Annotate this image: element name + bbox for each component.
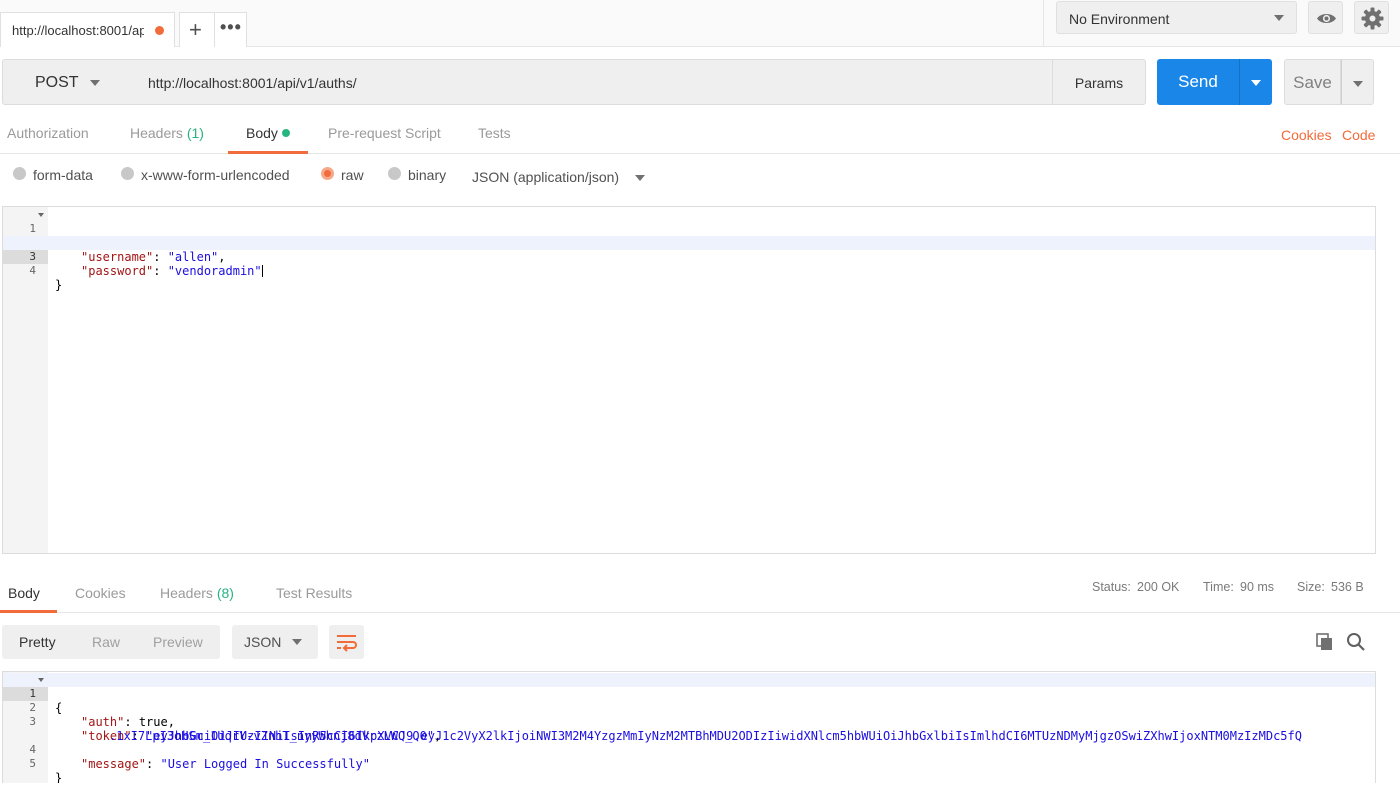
body-indicator-dot-icon (281, 129, 290, 137)
eye-icon (1317, 14, 1336, 23)
code-line: 4 "message": "User Logged In Successfull… (29, 743, 370, 771)
radio-form-data-label: form-data (33, 167, 93, 183)
send-options-button[interactable] (1239, 59, 1272, 105)
url-input[interactable]: http://localhost:8001/api/v1/auths/ (135, 59, 1053, 105)
tab-headers[interactable]: Headers (1) (130, 125, 204, 141)
time-label: Time: (1203, 580, 1234, 594)
response-format-label: JSON (244, 634, 282, 650)
method-select[interactable]: POST (2, 59, 136, 105)
code-line-wrapped: .1xI7LpI3oHSm_1UqrY-vZnhT_nyyWhnj8dVrzLW… (109, 729, 442, 743)
top-bar: http://localhost:8001/api/v1/auths/ + ••… (0, 0, 1400, 47)
code-line-active: 3 "password": "vendoradmin" (3, 236, 1375, 278)
environment-quick-look-button[interactable] (1308, 1, 1343, 34)
save-button[interactable]: Save (1284, 59, 1341, 105)
fold-arrow-icon[interactable] (38, 213, 44, 217)
environment-select-label: No Environment (1069, 11, 1170, 27)
active-tab-indicator (0, 610, 57, 613)
response-body-viewer[interactable]: 1 { 2 "auth": true, 3 "token": "eyJhbGci… (2, 671, 1376, 783)
view-mode-group: Pretty Raw Preview (2, 625, 220, 659)
tab-headers-label: Headers (130, 125, 183, 141)
chevron-down-icon (1353, 81, 1363, 87)
tab-tests[interactable]: Tests (478, 125, 511, 141)
radio-binary[interactable] (388, 167, 401, 180)
tab-body-label: Body (246, 125, 278, 141)
response-tabs: Body Cookies Headers (8) Test Results St… (0, 566, 1400, 613)
tab-test-results[interactable]: Test Results (276, 585, 352, 601)
tab-tools: + ••• (179, 12, 247, 47)
code-line: 4 } (29, 264, 63, 292)
time-value[interactable]: 90 ms (1240, 580, 1274, 594)
cookies-link[interactable]: Cookies (1281, 127, 1332, 143)
active-tab-indicator (228, 151, 308, 154)
more-tabs-dots-icon[interactable]: ••• (220, 17, 242, 38)
response-format-select[interactable]: JSON (232, 625, 318, 659)
request-tabs: Authorization Headers (1) Body Pre-reque… (0, 115, 1400, 154)
chevron-down-icon (635, 175, 645, 181)
content-type-select[interactable]: JSON (application/json) (472, 169, 619, 185)
tab-response-headers-label: Headers (160, 585, 213, 601)
code-line: 3 "token": "eyJhbGciOiJIUzI1NiIsInR5cCI6… (29, 715, 1302, 743)
pretty-button[interactable]: Pretty (19, 634, 56, 650)
copy-icon[interactable] (1316, 633, 1334, 651)
size-label: Size: (1297, 580, 1325, 594)
radio-binary-label: binary (408, 167, 447, 183)
gear-icon (1361, 7, 1384, 30)
tab-body[interactable]: Body (246, 125, 290, 141)
code-line-active: 1 { (3, 673, 1375, 715)
text-cursor (261, 265, 263, 277)
url-value: http://localhost:8001/api/v1/auths/ (148, 75, 357, 91)
wrap-lines-button[interactable] (329, 625, 364, 659)
code-line: 2 "username": "allen", (29, 236, 226, 264)
tab-response-headers[interactable]: Headers (8) (160, 585, 234, 601)
environment-select[interactable]: No Environment (1056, 1, 1297, 34)
preview-button[interactable]: Preview (153, 634, 203, 650)
radio-form-data[interactable] (13, 167, 26, 180)
params-button[interactable]: Params (1052, 59, 1146, 105)
headers-count-badge: (1) (186, 125, 204, 141)
request-tab[interactable]: http://localhost:8001/api/v1/auths/ (0, 12, 175, 47)
code-link[interactable]: Code (1342, 127, 1375, 143)
request-tab-label: http://localhost:8001/api/v1/auths/ (12, 23, 144, 38)
fold-arrow-icon[interactable] (38, 678, 44, 682)
settings-button[interactable] (1354, 1, 1389, 34)
search-icon[interactable] (1346, 632, 1366, 652)
wrap-lines-icon (337, 635, 357, 652)
method-label: POST (35, 74, 79, 91)
status-value[interactable]: 200 OK (1137, 580, 1179, 594)
tab-response-cookies[interactable]: Cookies (75, 585, 126, 601)
code-line: 5 } (29, 757, 63, 783)
divider (1043, 0, 1044, 46)
tab-pre-request-script[interactable]: Pre-request Script (328, 125, 441, 141)
radio-urlencoded[interactable] (121, 167, 134, 180)
tab-response-body[interactable]: Body (8, 585, 40, 601)
send-button[interactable]: Send (1157, 59, 1239, 105)
status-label: Status: (1092, 580, 1131, 594)
radio-raw[interactable] (321, 167, 334, 180)
chevron-down-icon (1251, 80, 1261, 86)
divider (214, 13, 215, 47)
new-tab-plus-icon[interactable]: + (189, 19, 202, 41)
raw-button[interactable]: Raw (92, 634, 120, 650)
radio-raw-label: raw (341, 167, 364, 183)
radio-urlencoded-label: x-www-form-urlencoded (141, 167, 290, 183)
code-line: 2 "auth": true, (29, 701, 175, 729)
code-line: 1 { (3, 208, 1375, 250)
request-body-editor[interactable]: 1 { 2 "username": "allen", 3 "password":… (2, 206, 1376, 554)
chevron-down-icon (292, 639, 302, 645)
chevron-down-icon (1274, 15, 1284, 21)
save-options-button[interactable] (1341, 59, 1374, 105)
chevron-down-icon (90, 80, 100, 86)
tab-authorization[interactable]: Authorization (7, 125, 89, 141)
response-headers-count-badge: (8) (216, 585, 234, 601)
size-value[interactable]: 536 B (1331, 580, 1364, 594)
unsaved-dot-icon (155, 26, 164, 35)
